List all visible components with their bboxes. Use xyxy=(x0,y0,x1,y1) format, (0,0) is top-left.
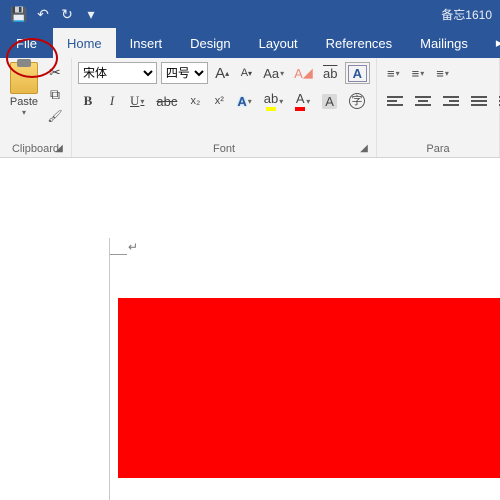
underline-button[interactable]: U▾ xyxy=(126,90,148,112)
distributed-button[interactable] xyxy=(495,90,500,112)
align-right-button[interactable] xyxy=(439,90,463,112)
multilevel-list-button[interactable]: ≡▾ xyxy=(432,62,453,84)
group-paragraph: ≡▾ ≡▾ ≡▾ Para xyxy=(377,58,500,157)
text-effects-button[interactable]: A▾ xyxy=(233,90,255,112)
paste-button[interactable]: Paste ▾ xyxy=(4,60,44,117)
paste-icon xyxy=(10,62,38,94)
document-title: 备忘1610 xyxy=(441,6,492,23)
tab-references[interactable]: References xyxy=(312,28,406,58)
character-shading-button[interactable]: A xyxy=(318,90,341,112)
tab-home[interactable]: Home xyxy=(53,28,116,58)
bold-button[interactable]: B xyxy=(78,90,98,112)
group-clipboard: Paste ▾ Clipboard ◢ xyxy=(0,58,72,157)
document-area[interactable]: ↵ xyxy=(0,158,500,500)
character-border-button[interactable]: A xyxy=(345,62,370,84)
superscript-button[interactable]: x² xyxy=(209,90,229,112)
redacted-content-block xyxy=(118,298,500,478)
highlight-button[interactable]: ab▾ xyxy=(260,90,287,112)
quick-access-toolbar: 💾 ↶ ↻ ▾ xyxy=(0,3,102,25)
italic-button[interactable]: I xyxy=(102,90,122,112)
group-label-paragraph: Para xyxy=(381,141,495,157)
align-left-button[interactable] xyxy=(383,90,407,112)
change-case-button[interactable]: Aa▾ xyxy=(260,62,287,84)
undo-icon[interactable]: ↶ xyxy=(32,3,54,25)
numbering-button[interactable]: ≡▾ xyxy=(408,62,429,84)
font-color-button[interactable]: A▾ xyxy=(291,90,314,112)
clipboard-dialog-launcher-icon[interactable]: ◢ xyxy=(53,143,65,155)
ribbon-tabs: File Home Insert Design Layout Reference… xyxy=(0,28,500,58)
subscript-button[interactable]: x₂ xyxy=(185,90,205,112)
align-center-button[interactable] xyxy=(411,90,435,112)
bullets-button[interactable]: ≡▾ xyxy=(383,62,404,84)
redo-icon[interactable]: ↻ xyxy=(56,3,78,25)
tab-more[interactable]: ▸ xyxy=(482,28,500,58)
cut-icon[interactable] xyxy=(46,64,64,80)
tab-file[interactable]: File xyxy=(0,28,53,58)
grow-font-button[interactable]: A▴ xyxy=(212,62,233,84)
group-label-font: Font ◢ xyxy=(76,141,372,157)
save-icon[interactable]: 💾 xyxy=(8,3,30,25)
clear-formatting-button[interactable]: A◢ xyxy=(291,62,316,84)
title-bar: 💾 ↶ ↻ ▾ 备忘1610 xyxy=(0,0,500,28)
tab-insert[interactable]: Insert xyxy=(116,28,177,58)
group-font: 宋体 四号 A▴ A▾ Aa▾ A◢ ab A B I U▾ abc xyxy=(72,58,377,157)
justify-button[interactable] xyxy=(467,90,491,112)
shrink-font-button[interactable]: A▾ xyxy=(236,62,256,84)
group-label-clipboard: Clipboard ◢ xyxy=(4,141,67,157)
strikethrough-button[interactable]: abc xyxy=(152,90,181,112)
font-dialog-launcher-icon[interactable]: ◢ xyxy=(358,143,370,155)
ribbon: Paste ▾ Clipboard ◢ 宋体 四号 xyxy=(0,58,500,158)
format-painter-icon[interactable] xyxy=(46,108,64,124)
tab-layout[interactable]: Layout xyxy=(245,28,312,58)
tab-mailings[interactable]: Mailings xyxy=(406,28,482,58)
qat-customize-icon[interactable]: ▾ xyxy=(80,3,102,25)
font-name-select[interactable]: 宋体 xyxy=(78,62,157,84)
tab-design[interactable]: Design xyxy=(176,28,244,58)
font-size-select[interactable]: 四号 xyxy=(161,62,208,84)
copy-icon[interactable] xyxy=(46,86,64,102)
enclosed-characters-button[interactable]: 字 xyxy=(345,90,369,112)
phonetic-guide-button[interactable]: ab xyxy=(320,62,341,84)
paste-label: Paste xyxy=(10,96,38,108)
